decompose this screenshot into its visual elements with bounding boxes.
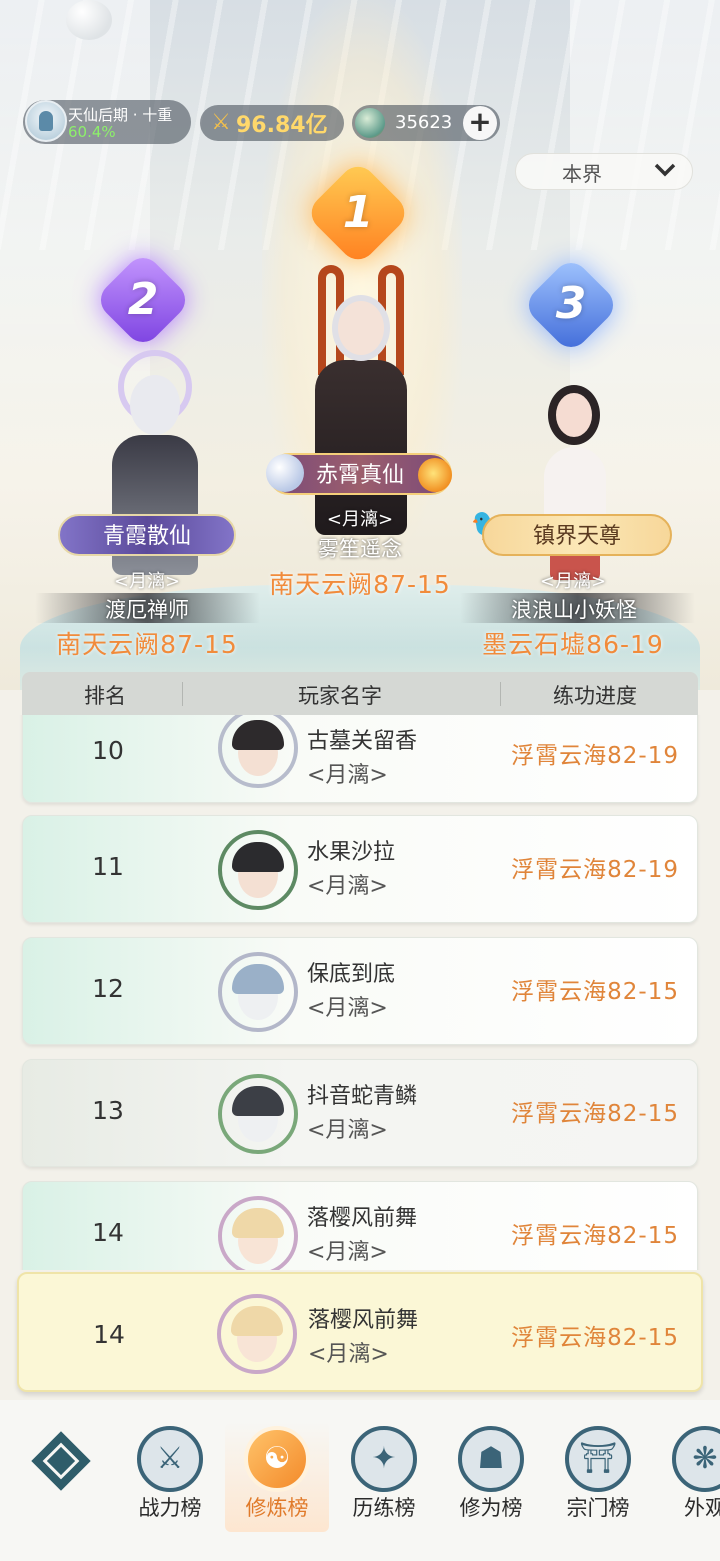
row-progress: 浮霄云海82-19 — [511, 857, 679, 883]
realm-title: 天仙后期 · 十重 — [68, 106, 173, 124]
my-avatar[interactable] — [217, 1294, 297, 1374]
ranking-list[interactable]: 10 古墓关留香 <月漓> 浮霄云海82-19 11 水果沙拉 <月漓> 浮霄云… — [0, 715, 720, 1270]
row-guild: <月漓> — [307, 763, 388, 788]
realm-progress: 60.4% — [68, 123, 116, 141]
header-divider — [182, 682, 183, 706]
tab-realm-ranking[interactable]: ☗ 修为榜 — [439, 1422, 543, 1532]
my-rank-row[interactable]: 14 落樱风前舞 <月漓> 浮霄云海82-15 — [17, 1272, 703, 1392]
row-player-name: 水果沙拉 — [307, 840, 396, 865]
yin-yang-icon: ☯ — [244, 1426, 310, 1492]
wings-icon: ❋ — [672, 1426, 720, 1492]
character-head — [332, 295, 390, 361]
row-guild: <月漓> — [307, 1240, 388, 1265]
rank-3-title-plate: 镇界天尊 — [482, 514, 672, 556]
chevron-down-icon[interactable] — [652, 160, 678, 182]
row-progress: 浮霄云海82-15 — [511, 1101, 679, 1127]
rank-2-player-name[interactable]: 渡厄禅师 — [47, 594, 247, 624]
orb-icon — [266, 454, 304, 492]
table-row[interactable]: 11 水果沙拉 <月漓> 浮霄云海82-19 — [22, 815, 698, 923]
rank-1-player-name[interactable]: 雾笙遥念 — [260, 533, 460, 563]
tab-label: 外观 — [684, 1496, 720, 1520]
combat-power-value: 96.84亿 — [236, 113, 328, 138]
table-row[interactable]: 13 抖音蛇青鳞 <月漓> 浮霄云海82-15 — [22, 1059, 698, 1167]
hat-icon: ☗ — [458, 1426, 524, 1492]
rank-1-character[interactable] — [290, 265, 430, 545]
row-progress: 浮霄云海82-19 — [511, 743, 679, 769]
bubble-icon — [66, 0, 112, 40]
rank-3-number: 3 — [555, 278, 587, 329]
add-currency-button[interactable]: + — [463, 106, 497, 140]
rank-1-guild: <月漓> — [326, 509, 394, 530]
row-player-name: 抖音蛇青鳞 — [307, 1084, 418, 1109]
row-progress: 浮霄云海82-15 — [511, 1223, 679, 1249]
player-avatar-icon[interactable] — [25, 100, 67, 142]
player-avatar[interactable] — [218, 830, 298, 910]
tab-label: 修为榜 — [459, 1496, 523, 1520]
tab-power-ranking[interactable]: ⚔ 战力榜 — [118, 1422, 222, 1532]
character-head — [130, 375, 180, 435]
header-rank: 排名 — [84, 684, 126, 708]
table-row[interactable]: 14 落樱风前舞 <月漓> 浮霄云海82-15 — [22, 1181, 698, 1270]
player-avatar[interactable] — [218, 715, 298, 788]
row-rank: 10 — [92, 736, 124, 765]
tab-label: 宗门榜 — [566, 1496, 630, 1520]
sun-icon — [418, 458, 452, 492]
my-progress: 浮霄云海82-15 — [511, 1325, 679, 1351]
avatar-hair — [232, 1086, 284, 1116]
plus-icon: + — [468, 105, 492, 138]
menu-home-button[interactable] — [24, 1431, 96, 1492]
header-progress: 练功进度 — [553, 684, 637, 708]
table-row[interactable]: 10 古墓关留香 <月漓> 浮霄云海82-19 — [22, 715, 698, 803]
star-icon: ✦ — [351, 1426, 417, 1492]
rank-2-title-plate: 青霞散仙 — [58, 514, 236, 556]
table-row[interactable]: 12 保底到底 <月漓> 浮霄云海82-15 — [22, 937, 698, 1045]
row-progress: 浮霄云海82-15 — [511, 979, 679, 1005]
tab-cultivation-ranking[interactable]: ☯ 修炼榜 — [225, 1422, 329, 1532]
rank-3-guild: <月漓> — [539, 571, 607, 592]
row-rank: 11 — [92, 852, 124, 881]
rank-1-number: 1 — [342, 187, 374, 238]
rank-1-progress: 南天云阙87-15 — [269, 570, 451, 599]
avatar-hair — [232, 720, 284, 750]
row-rank: 12 — [92, 974, 124, 1003]
scope-dropdown-value: 本界 — [562, 162, 602, 186]
row-player-name: 古墓关留香 — [307, 729, 418, 754]
rank-2-guild: <月漓> — [113, 571, 181, 592]
character-head — [548, 385, 600, 445]
tab-sect-ranking[interactable]: ⛩ 宗门榜 — [546, 1422, 650, 1532]
tab-label: 战力榜 — [138, 1496, 202, 1520]
my-guild: <月漓> — [308, 1342, 389, 1367]
tab-label: 历练榜 — [352, 1496, 416, 1520]
avatar-hair — [232, 1208, 284, 1238]
row-player-name: 落樱风前舞 — [307, 1206, 418, 1231]
my-player-name: 落樱风前舞 — [308, 1308, 419, 1333]
rank-3-player-name[interactable]: 浪浪山小妖怪 — [474, 594, 674, 624]
tab-label: 修炼榜 — [245, 1496, 309, 1520]
avatar-hair — [231, 1306, 283, 1336]
header-player-name: 玩家名字 — [298, 684, 382, 708]
row-guild: <月漓> — [307, 996, 388, 1021]
swords-icon: ⚔ — [137, 1426, 203, 1492]
currency-value: 35623 — [395, 112, 453, 133]
coin-icon — [355, 108, 385, 138]
player-avatar[interactable] — [218, 1074, 298, 1154]
avatar-hair — [232, 842, 284, 872]
player-avatar[interactable] — [218, 952, 298, 1032]
row-guild: <月漓> — [307, 1118, 388, 1143]
row-player-name: 保底到底 — [307, 962, 396, 987]
row-rank: 13 — [92, 1096, 124, 1125]
row-rank: 14 — [92, 1218, 124, 1247]
avatar-hair — [232, 964, 284, 994]
rank-2-progress: 南天云阙87-15 — [56, 630, 238, 659]
my-rank: 14 — [93, 1320, 125, 1349]
rank-3-progress: 墨云石墟86-19 — [482, 630, 664, 659]
row-guild: <月漓> — [307, 874, 388, 899]
tab-training-ranking[interactable]: ✦ 历练榜 — [332, 1422, 436, 1532]
tab-appearance-ranking[interactable]: ❋ 外观 — [653, 1422, 720, 1532]
crossed-swords-icon: ⚔ — [211, 110, 231, 135]
rank-2-number: 2 — [127, 274, 159, 325]
player-avatar[interactable] — [218, 1196, 298, 1270]
gate-icon: ⛩ — [565, 1426, 631, 1492]
